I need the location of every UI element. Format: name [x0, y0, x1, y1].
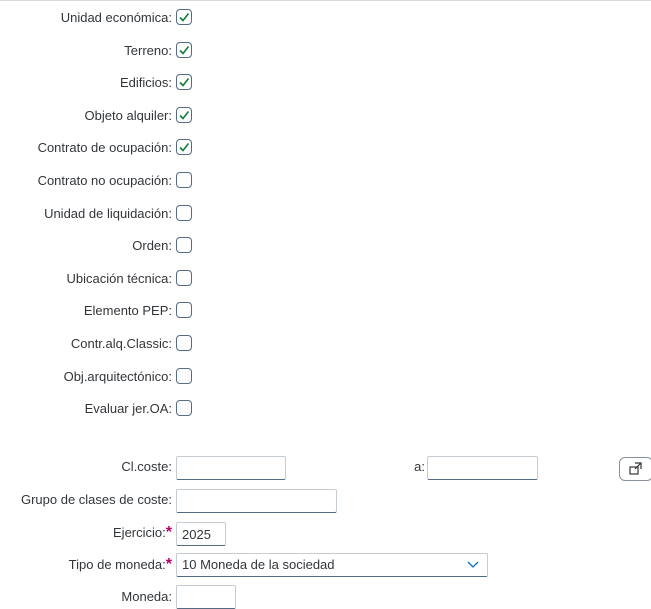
checkbox[interactable] [176, 400, 192, 416]
checkbox-label: Obj.arquitectónico: [63, 369, 172, 384]
checkbox-row: Unidad de liquidación: [0, 204, 651, 224]
checkbox[interactable] [176, 107, 192, 123]
check-icon [179, 143, 190, 152]
checkbox-row: Elemento PEP: [0, 301, 651, 321]
checkbox-row: Contrato de ocupación: [0, 138, 651, 158]
checkbox[interactable] [176, 139, 192, 155]
checkbox-label: Edificios: [119, 75, 172, 90]
check-icon [179, 13, 190, 22]
checkbox-row: Contr.alq.Classic: [0, 334, 651, 354]
external-link-icon [629, 462, 642, 475]
checkbox-label: Evaluar jer.OA: [84, 401, 172, 416]
checkbox-label: Objeto alquiler: [84, 108, 172, 123]
checkbox-row: Ubicación técnica: [0, 269, 651, 289]
checkbox[interactable] [176, 302, 192, 318]
checkbox[interactable] [176, 74, 192, 90]
checkbox[interactable] [176, 237, 192, 253]
clcoste-to-input[interactable] [427, 456, 538, 480]
chevron-down-icon[interactable] [467, 560, 479, 570]
checkbox[interactable] [176, 42, 192, 58]
ejercicio-label-wrap: Ejercicio:* [113, 523, 172, 543]
checkbox-label: Terreno: [124, 43, 172, 58]
checkbox[interactable] [176, 172, 192, 188]
grupo-clases-input[interactable] [176, 489, 337, 513]
checkbox-label: Unidad de liquidación: [44, 206, 172, 221]
checkbox-row: Unidad económica: [0, 8, 651, 28]
checkbox-row: Terreno: [0, 41, 651, 61]
checkbox[interactable] [176, 270, 192, 286]
checkbox-label: Ubicación técnica: [66, 271, 173, 286]
moneda-input[interactable] [176, 585, 236, 609]
checkbox-label: Contr.alq.Classic: [70, 336, 172, 351]
checkbox-row: Contrato no ocupación: [0, 171, 651, 191]
top-divider [0, 0, 651, 1]
checkbox-row: Objeto alquiler: [0, 106, 651, 126]
ejercicio-input[interactable] [176, 522, 226, 546]
multiple-selection-button[interactable] [619, 457, 651, 481]
checkbox-label: Contrato de ocupación: [37, 140, 172, 155]
checkbox-row: Obj.arquitectónico: [0, 367, 651, 387]
checkbox-label: Contrato no ocupación: [37, 173, 172, 188]
grupo-clases-label: Grupo de clases de coste: [20, 492, 172, 507]
check-icon [179, 46, 190, 55]
tipo-moneda-label-wrap: Tipo de moneda:* [69, 555, 172, 575]
checkbox[interactable] [176, 335, 192, 351]
checkbox-row: Evaluar jer.OA: [0, 399, 651, 419]
checkbox[interactable] [176, 205, 192, 221]
checkbox[interactable] [176, 9, 192, 25]
checkbox-row: Orden: [0, 236, 651, 256]
tipo-moneda-select[interactable]: 10 Moneda de la sociedad [176, 553, 488, 577]
checkbox-label: Elemento PEP: [83, 303, 172, 318]
clcoste-label: Cl.coste: [121, 459, 172, 474]
checkbox-label: Unidad económica: [60, 10, 172, 25]
check-icon [179, 111, 190, 120]
tipo-moneda-label: Tipo de moneda: [68, 557, 166, 572]
required-mark: * [165, 556, 172, 573]
clcoste-from-input[interactable] [176, 456, 286, 480]
checkbox-label: Orden: [132, 238, 172, 253]
tipo-moneda-value: 10 Moneda de la sociedad [182, 557, 335, 572]
clcoste-to-label: a: [414, 459, 425, 474]
check-icon [179, 78, 190, 87]
required-mark: * [165, 524, 172, 541]
checkbox[interactable] [176, 368, 192, 384]
ejercicio-label: Ejercicio: [113, 525, 166, 540]
moneda-label: Moneda: [121, 589, 172, 604]
checkbox-row: Edificios: [0, 73, 651, 93]
